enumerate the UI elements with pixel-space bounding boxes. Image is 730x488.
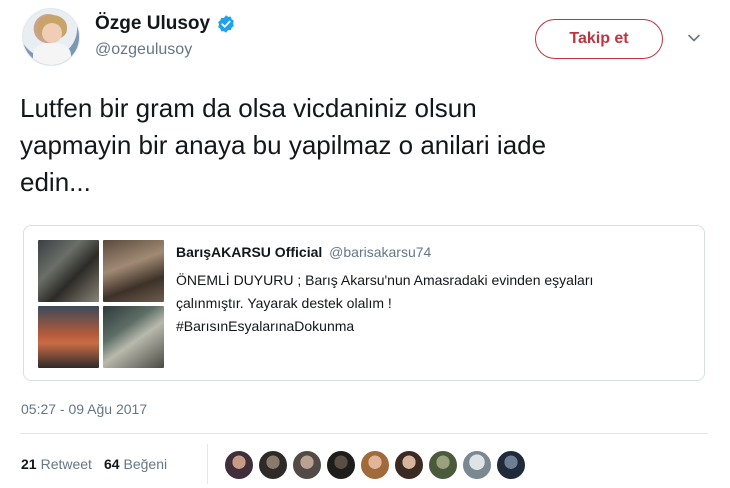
liker-avatar[interactable]	[292, 450, 322, 480]
tweet-stats: 21 Retweet 64 Beğeni	[21, 456, 167, 472]
tweet-text-line: Lutfen bir gram da olsa vicdaniniz olsun	[20, 93, 477, 123]
liker-avatar[interactable]	[394, 450, 424, 480]
retweet-count: 21	[21, 456, 37, 472]
liker-avatar[interactable]	[326, 450, 356, 480]
liker-avatars	[224, 450, 526, 480]
follow-button[interactable]: Takip et	[535, 19, 663, 59]
tweet-text-line: yapmayin bir anaya bu yapilmaz o anilari…	[20, 130, 547, 160]
quoted-photo[interactable]	[38, 240, 99, 302]
author-name-row: Özge Ulusoy	[95, 13, 236, 35]
verified-badge-icon	[218, 15, 234, 33]
quoted-photo[interactable]	[103, 240, 164, 302]
author-display-name[interactable]: Özge Ulusoy	[95, 13, 210, 35]
liker-avatar[interactable]	[428, 450, 458, 480]
divider	[20, 433, 708, 434]
retweet-stat[interactable]: 21 Retweet	[21, 456, 92, 472]
quoted-tweet-header: BarışAKARSU Official @barisakarsu74	[176, 244, 431, 260]
author-avatar[interactable]	[22, 8, 80, 66]
quoted-tweet-media-grid[interactable]	[38, 240, 164, 368]
liker-avatar[interactable]	[462, 450, 492, 480]
like-stat[interactable]: 64 Beğeni	[104, 456, 167, 472]
tweet-text: Lutfen bir gram da olsa vicdaniniz olsun…	[20, 90, 720, 201]
chevron-down-icon[interactable]	[686, 30, 702, 46]
quoted-text-line: ÖNEMLİ DUYURU ; Barış Akarsu'nun Amasrad…	[176, 272, 594, 288]
quoted-hashtag[interactable]: #BarısınEsyalarınaDokunma	[176, 315, 696, 338]
quoted-text-line: çalınmıştır. Yayarak destek olalım !	[176, 295, 392, 311]
tweet-timestamp[interactable]: 05:27 - 09 Ağu 2017	[21, 401, 147, 417]
liker-avatar[interactable]	[360, 450, 390, 480]
tweet-text-line: edin...	[20, 167, 91, 197]
quoted-author-name: BarışAKARSU Official	[176, 244, 323, 260]
quoted-tweet-card[interactable]: BarışAKARSU Official @barisakarsu74 ÖNEM…	[23, 225, 705, 381]
liker-avatar[interactable]	[496, 450, 526, 480]
avatar-face	[42, 23, 62, 43]
quoted-photo[interactable]	[103, 306, 164, 368]
quoted-tweet-text: ÖNEMLİ DUYURU ; Barış Akarsu'nun Amasrad…	[176, 269, 696, 338]
author-handle[interactable]: @ozgeulusoy	[95, 41, 192, 59]
like-label: Beğeni	[123, 456, 168, 472]
liker-avatar[interactable]	[258, 450, 288, 480]
quoted-photo[interactable]	[38, 306, 99, 368]
liker-avatar[interactable]	[224, 450, 254, 480]
quoted-author-handle: @barisakarsu74	[329, 244, 432, 260]
like-count: 64	[103, 456, 120, 472]
retweet-label: Retweet	[40, 456, 92, 472]
avatar-body	[33, 43, 71, 65]
stats-divider	[207, 444, 208, 484]
